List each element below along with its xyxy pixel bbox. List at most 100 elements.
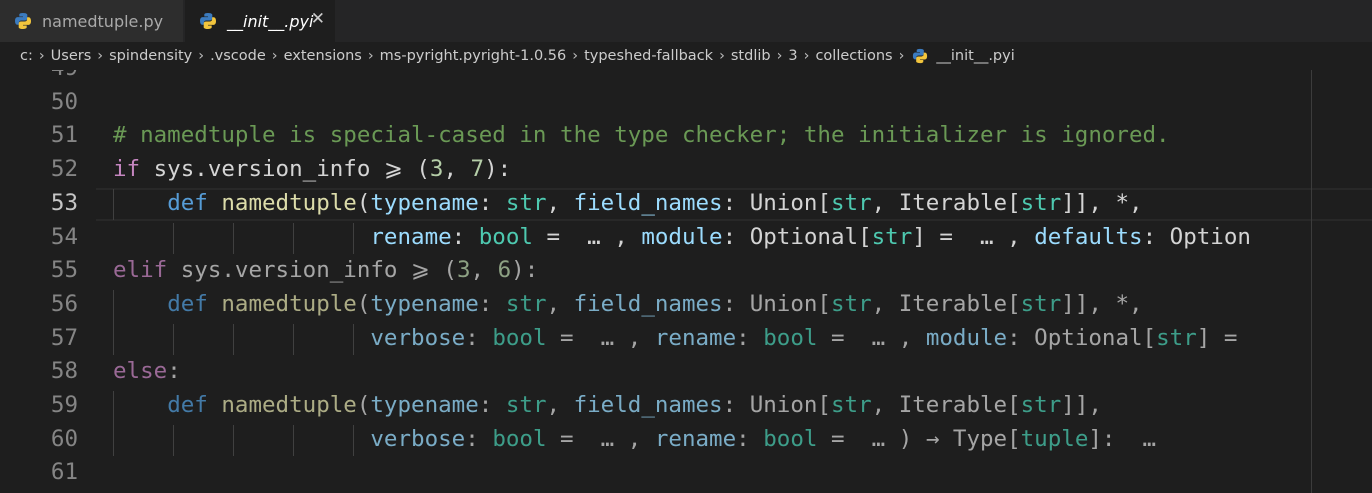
code-token: rename <box>654 324 737 351</box>
code-token: = … , <box>546 425 655 452</box>
code-token: ): <box>484 156 512 183</box>
code-token: tuple <box>1020 425 1089 452</box>
indent-guide <box>113 391 114 457</box>
code-token: ]: … <box>1088 425 1157 452</box>
indent-guide <box>113 289 114 356</box>
python-icon <box>913 48 928 64</box>
code-line: 59 def namedtuple(typename: str, field_n… <box>0 389 1372 423</box>
line-number: 60 <box>50 425 78 452</box>
code-token: , <box>470 257 498 284</box>
breadcrumb-item[interactable]: stdlib <box>731 48 771 64</box>
code-token: str <box>1020 189 1062 216</box>
breadcrumb-separator: › <box>97 48 104 64</box>
code-token: rename <box>654 425 737 452</box>
code-token: = … ) <box>817 425 926 452</box>
breadcrumb-separator: › <box>572 48 579 64</box>
code-token: str <box>1020 290 1062 317</box>
code-token: , Iterable[ <box>871 290 1021 317</box>
code-token: namedtuple <box>221 290 357 317</box>
code-token: namedtuple <box>221 392 357 418</box>
code-token: : Optional[ <box>1007 324 1157 351</box>
breadcrumb-separator: › <box>367 48 374 64</box>
breadcrumb-item[interactable]: collections <box>815 48 892 64</box>
line-number: 53 <box>50 189 78 216</box>
code-token: ]], *, <box>1061 290 1143 317</box>
code-text: # namedtuple is special-cased in the typ… <box>113 119 1170 153</box>
code-token: str <box>505 290 547 317</box>
code-token: bool <box>492 425 547 452</box>
code-token: def <box>167 392 208 418</box>
code-token: , <box>546 290 574 317</box>
code-editor[interactable]: 49 50 51 # namedtuple is special-cased in t… <box>0 70 1372 493</box>
code-token: bool <box>763 425 818 452</box>
indent-guide <box>293 323 294 356</box>
code-line: 58 else: <box>0 355 1372 389</box>
code-token: ⩾ <box>411 257 430 284</box>
code-token: ( <box>356 290 371 317</box>
code-line: 54 rename: bool = … , module: Optional[s… <box>0 221 1372 255</box>
indent-guide <box>173 222 174 255</box>
indent-guide <box>233 424 234 457</box>
code-text: def namedtuple(typename: str, field_name… <box>113 288 1143 322</box>
close-icon[interactable]: ✕ <box>311 9 325 29</box>
breadcrumb-item[interactable]: spindensity <box>109 48 192 64</box>
line-number: 49 <box>0 70 78 86</box>
breadcrumb-item[interactable]: .vscode <box>210 48 266 64</box>
indent-guide <box>293 222 294 255</box>
tab-namedtuple-py[interactable]: namedtuple.py <box>0 0 184 42</box>
code-token: rename <box>370 223 452 250</box>
breadcrumb-item[interactable]: ms-pyright.pyright-1.0.56 <box>380 48 567 64</box>
code-token: bool <box>492 324 547 351</box>
code-text: verbose: bool = … , rename: bool = … ) →… <box>113 423 1156 457</box>
breadcrumb-item[interactable]: 3 <box>788 48 797 64</box>
code-token: elif <box>113 257 168 284</box>
breadcrumb-separator: › <box>803 48 810 64</box>
code-token: ( <box>356 392 371 418</box>
breadcrumb-item[interactable]: c: <box>20 48 33 64</box>
code-token: : <box>465 324 493 351</box>
breadcrumb-separator: › <box>776 48 783 64</box>
code-line: 60 verbose: bool = … , rename: bool = … … <box>0 423 1372 457</box>
code-token: str <box>871 223 913 250</box>
breadcrumb-separator: › <box>271 48 278 64</box>
code-token: : Option <box>1142 223 1251 250</box>
code-token: : Union[ <box>722 392 831 418</box>
code-text: elif sys.version_info ⩾ (3, 6): <box>113 254 538 288</box>
indent-guide <box>353 323 354 356</box>
line-number: 61 <box>50 459 78 486</box>
breadcrumb-separator: › <box>198 48 205 64</box>
code-token: bool <box>763 324 818 351</box>
code-text: if sys.version_info ⩾ (3, 7): <box>113 153 511 187</box>
code-line: 50 <box>0 86 1372 120</box>
line-number: 59 <box>50 392 78 418</box>
breadcrumb-item[interactable]: __init__.pyi <box>936 48 1014 64</box>
code-token: : <box>465 425 493 452</box>
breadcrumb-item[interactable]: extensions <box>284 48 362 64</box>
code-token: module <box>925 324 1008 351</box>
code-token: : <box>736 324 764 351</box>
breadcrumb-item[interactable]: Users <box>51 48 92 64</box>
code-token: def <box>167 290 208 317</box>
breadcrumb-separator: › <box>38 48 45 64</box>
tab-bar: namedtuple.py __init__.pyi ✕ <box>0 0 1372 42</box>
indent-guide <box>293 424 294 457</box>
code-token: 3 <box>456 257 471 284</box>
code-line: 55 elif sys.version_info ⩾ (3, 6): <box>0 254 1372 288</box>
code-token: str <box>505 189 547 216</box>
breadcrumb-item[interactable]: typeshed-fallback <box>584 48 713 64</box>
code-token: str <box>1156 324 1197 351</box>
code-text: verbose: bool = … , rename: bool = … , m… <box>113 322 1237 356</box>
code-token: ( <box>429 257 457 284</box>
line-number: 54 <box>50 223 78 250</box>
python-icon <box>200 13 216 29</box>
indent-guide <box>353 222 354 255</box>
tab-init-pyi[interactable]: __init__.pyi ✕ <box>185 0 335 42</box>
code-token: : <box>478 290 506 317</box>
